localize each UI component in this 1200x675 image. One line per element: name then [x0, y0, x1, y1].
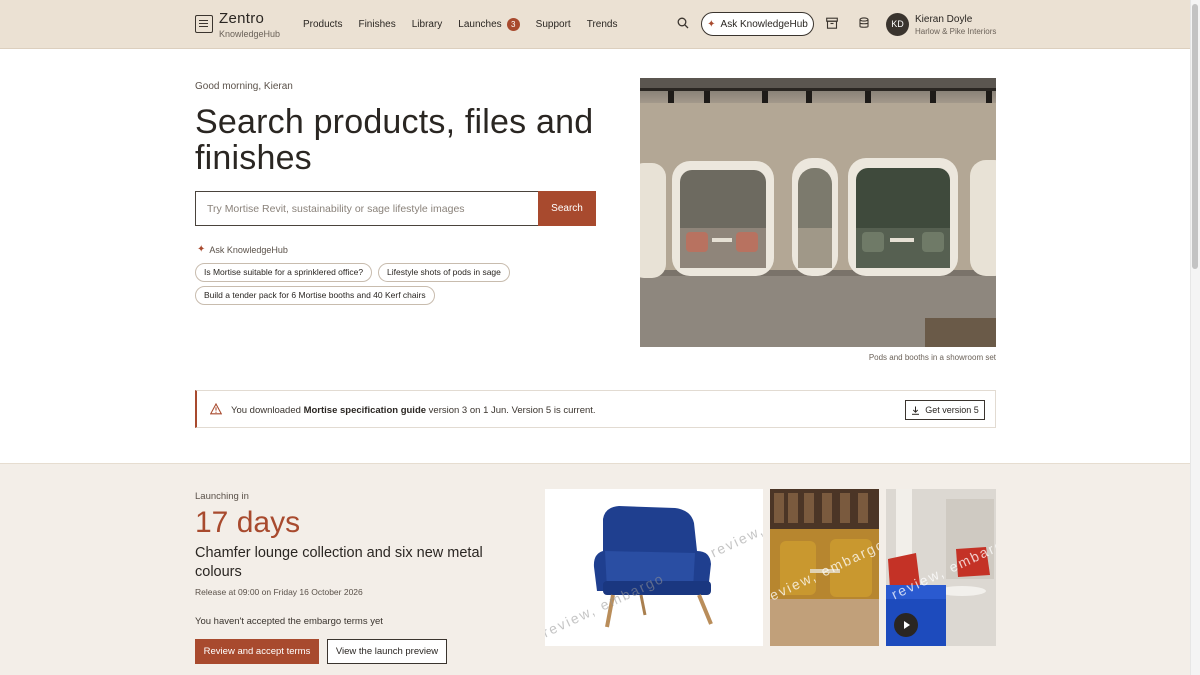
logo-name[interactable]: Zentro: [219, 10, 264, 27]
embargo-status: You haven't accepted the embargo terms y…: [195, 616, 383, 627]
launch-preview-button[interactable]: View the launch preview: [327, 639, 447, 664]
suggestion-chip[interactable]: Is Mortise suitable for a sprinklered of…: [195, 263, 373, 282]
archive-icon[interactable]: [826, 17, 838, 29]
outdated-download-notice: You downloaded Mortise specification gui…: [195, 390, 996, 428]
download-icon: [912, 406, 920, 415]
nav-label: Finishes: [358, 19, 396, 30]
get-version-label: Get version 5: [925, 405, 979, 415]
nav-label: Library: [411, 19, 443, 30]
notice-document-name: Mortise specification guide: [303, 405, 427, 416]
ask-button-label: Ask KnowledgeHub: [720, 18, 808, 30]
page-title: Search products, files and finishes: [195, 103, 594, 177]
launches-count-badge: 3: [506, 18, 520, 31]
logo-subtitle: KnowledgeHub: [219, 29, 281, 39]
accept-terms-button[interactable]: Review and accept terms: [195, 639, 319, 664]
nav-finishes[interactable]: Finishes: [358, 18, 395, 31]
nav-support[interactable]: Support: [536, 18, 571, 31]
search-icon[interactable]: [677, 17, 689, 29]
scrollbar-thumb[interactable]: [1192, 4, 1198, 269]
user-name[interactable]: Kieran Doyle: [915, 14, 972, 25]
preview-tile-booths[interactable]: review, embargo: [770, 489, 879, 646]
showroom-illustration: [640, 78, 996, 347]
nav-label: Launches: [458, 19, 502, 30]
sparkle-icon: ✦: [197, 244, 206, 255]
top-header: Zentro KnowledgeHub Products Finishes Li…: [0, 0, 1190, 49]
warning-icon: [210, 403, 222, 415]
preview-tile-armchair[interactable]: review, embargo review, embargo: [545, 489, 763, 646]
notice-prefix: You downloaded: [231, 405, 301, 416]
nav-trends[interactable]: Trends: [587, 18, 618, 31]
nav-library[interactable]: Library: [412, 18, 443, 31]
nav-products[interactable]: Products: [303, 18, 342, 31]
image-caption: Pods and booths in a showroom set: [868, 353, 996, 362]
launch-title: Chamfer lounge collection and six new me…: [195, 545, 483, 580]
notice-text: You downloaded Mortise specification gui…: [231, 405, 596, 416]
search-button[interactable]: Search: [538, 191, 596, 226]
nav-label: Trends: [586, 19, 618, 30]
ask-knowledgehub-label: ✦ Ask KnowledgeHub: [197, 244, 288, 255]
suggestion-chip[interactable]: Build a tender pack for 6 Mortise booths…: [195, 286, 435, 305]
greeting: Good morning, Kieran: [195, 81, 293, 92]
release-time: Release at 09:00 on Friday 16 October 20…: [195, 587, 363, 597]
database-icon[interactable]: [858, 17, 870, 29]
nav-label: Products: [303, 19, 343, 30]
launch-countdown-section: Launching in 17 days Chamfer lounge coll…: [0, 463, 1190, 675]
main-nav: Products Finishes Library Launches 3 Supp…: [303, 18, 617, 31]
ask-label-text: Ask KnowledgeHub: [209, 244, 288, 255]
suggestion-chip[interactable]: Lifestyle shots of pods in sage: [378, 263, 510, 282]
showroom-image: [640, 78, 996, 347]
logo-icon[interactable]: [195, 15, 213, 33]
launch-label: Launching in: [195, 491, 249, 502]
notice-suffix: version 3 on 1 Jun. Version 5 is current…: [428, 405, 596, 416]
avatar[interactable]: KD: [886, 13, 909, 36]
nav-label: Support: [535, 19, 571, 30]
nav-launches[interactable]: Launches 3: [458, 18, 520, 31]
preview-tile-video[interactable]: review, embargo: [886, 489, 996, 646]
sparkle-icon: ✦: [707, 18, 716, 30]
play-icon[interactable]: [894, 613, 918, 637]
user-organisation: Harlow & Pike Interiors: [915, 27, 997, 36]
get-latest-version-button[interactable]: Get version 5: [905, 400, 985, 420]
ask-knowledgehub-button[interactable]: ✦ Ask KnowledgeHub: [701, 12, 814, 36]
search-input[interactable]: [195, 191, 538, 226]
days-countdown: 17 days: [195, 506, 301, 539]
